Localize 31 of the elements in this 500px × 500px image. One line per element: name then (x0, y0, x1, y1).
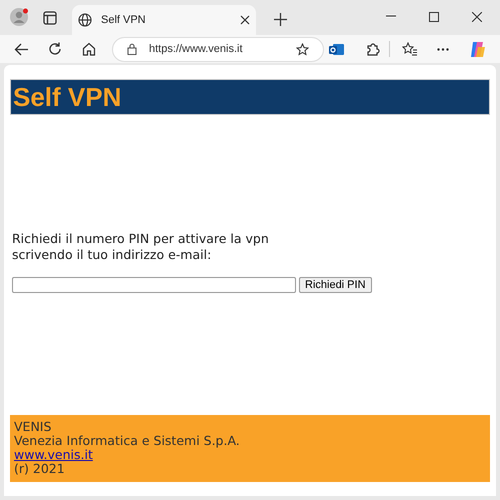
browser-tab[interactable]: Self VPN (72, 5, 256, 35)
instruction-text: Richiedi il numero PIN per attivare la vpn (12, 231, 269, 247)
outlook-icon[interactable] (329, 42, 344, 56)
instruction-text: scrivendo il tuo indirizzo e-mail: (12, 247, 212, 263)
email-field[interactable] (12, 277, 296, 293)
footer-link[interactable]: www.venis.it (14, 448, 93, 462)
more-icon[interactable] (437, 48, 449, 50)
request-pin-button[interactable]: Richiedi PIN (299, 277, 372, 293)
copilot-icon[interactable] (469, 40, 486, 58)
footer-text: Venezia Informatica e Sistemi S.p.A. (14, 434, 240, 448)
tab-actions-icon[interactable] (43, 11, 57, 25)
maximize-icon[interactable] (429, 12, 439, 22)
new-tab-icon[interactable] (274, 13, 287, 26)
close-icon[interactable] (472, 12, 482, 22)
tab-title: Self VPN (101, 12, 147, 28)
address-bar[interactable]: https://www.venis.it (112, 36, 324, 62)
address-text: https://www.venis.it (149, 42, 244, 57)
refresh-icon[interactable] (48, 42, 62, 56)
globe-icon (78, 13, 92, 27)
puzzle-icon[interactable] (366, 42, 380, 56)
footer-text: VENIS (14, 420, 52, 434)
close-icon[interactable] (240, 15, 250, 25)
page-title: Self VPN (13, 84, 122, 110)
favorites-icon[interactable] (402, 42, 418, 56)
star-icon[interactable] (296, 42, 309, 56)
lock-icon (127, 43, 137, 55)
home-icon[interactable] (82, 42, 96, 56)
minimize-icon[interactable] (386, 15, 396, 17)
footer-text: (r) 2021 (14, 462, 65, 476)
profile-icon[interactable] (10, 7, 30, 27)
back-arrow-icon[interactable] (14, 42, 29, 56)
